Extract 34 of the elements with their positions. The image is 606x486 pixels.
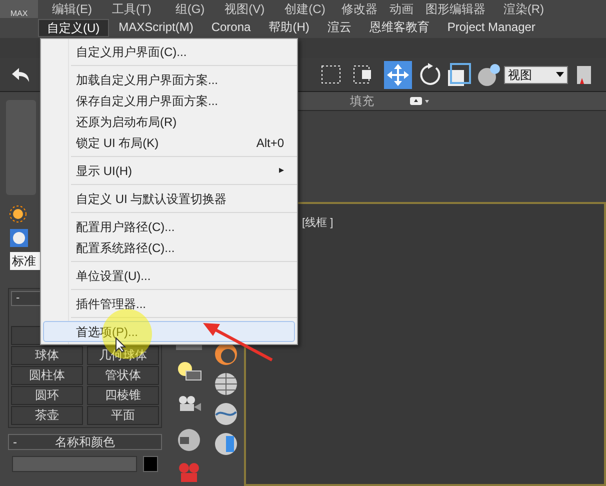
viewport[interactable]: [线框 ] (244, 202, 606, 486)
menu-item[interactable]: 加载自定义用户界面方案... (43, 69, 295, 90)
menu-bar-item[interactable]: 创建(C) (284, 3, 326, 15)
menu-bar-item[interactable]: Corona (203, 19, 259, 37)
app-logo[interactable]: MAX (0, 0, 38, 18)
menu-bar-item[interactable]: 渲染(R) (503, 3, 544, 15)
object-type-button[interactable]: 管状体 (87, 366, 159, 385)
menu-bar-item[interactable]: MAXScript(M) (110, 19, 202, 37)
view-dropdown[interactable]: 视图 (504, 66, 568, 84)
object-type-button[interactable]: 球体 (11, 346, 83, 365)
ribbon-tab[interactable]: 填充 (350, 92, 374, 110)
menu-bar-item[interactable]: 恩维客教育 (361, 19, 438, 37)
menu-bar-item[interactable]: 帮助(H) (260, 19, 318, 37)
menu-bar-item[interactable]: 编辑(E) (52, 3, 92, 15)
menu-item[interactable]: 自定义用户界面(C)... (43, 41, 295, 62)
menu-bar-item[interactable]: 组(G) (175, 3, 205, 15)
menu-bar-item[interactable]: 图形编辑器 (425, 3, 486, 15)
rollout-header[interactable]: - 名称和颜色 (8, 434, 162, 450)
menu-item[interactable]: 还原为启动布局(R) (43, 111, 295, 132)
menu-bar-item[interactable]: 动画 (389, 3, 414, 15)
object-type-button[interactable]: 平面 (87, 406, 159, 425)
menu-bar-item[interactable]: 渲云 (319, 19, 360, 37)
menu-item[interactable]: 保存自定义用户界面方案... (43, 90, 295, 111)
menu-bar-item[interactable]: 修改器 (341, 3, 378, 15)
menu-bar-item[interactable]: Project Manager (439, 19, 544, 37)
object-type-button[interactable]: 圆柱体 (11, 366, 83, 385)
object-type-button[interactable]: 四棱锥 (87, 386, 159, 405)
object-type-button[interactable]: 圆环 (11, 386, 83, 405)
menu-bar-item[interactable]: 自定义(U) (38, 19, 109, 37)
menu-bar-item[interactable]: 视图(V) (224, 3, 265, 15)
menu-item[interactable]: 显示 UI(H) ▸ (43, 160, 295, 181)
menu-bar-item[interactable]: 工具(T) (112, 3, 152, 15)
menu-item[interactable]: 锁定 UI 布局(K) Alt+0 (43, 132, 295, 153)
object-type-button[interactable]: 茶壶 (11, 406, 83, 425)
